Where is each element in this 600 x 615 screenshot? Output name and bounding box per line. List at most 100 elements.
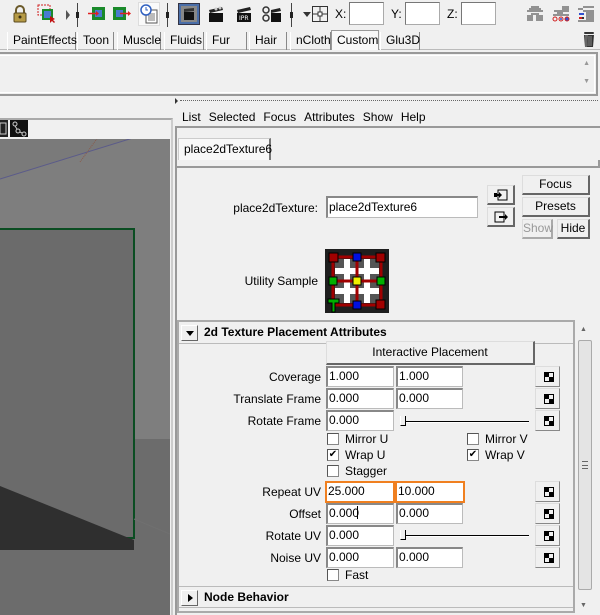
hide-button[interactable]: Hide (557, 219, 590, 239)
panel-drag-handle[interactable] (175, 98, 600, 104)
node-name-input[interactable]: place2dTexture6 (326, 196, 478, 218)
repeat-u-input[interactable]: 25.000 (325, 481, 395, 503)
render-clapper-icon[interactable] (206, 4, 226, 24)
shelf-tab-muscle[interactable]: Muscle (117, 32, 161, 50)
slider-thumb[interactable] (400, 416, 406, 426)
menu-attributes[interactable]: Attributes (300, 108, 359, 126)
render-view-icon[interactable] (178, 3, 200, 25)
coverage-v-input[interactable]: 1.000 (396, 366, 463, 387)
noise-v-input[interactable]: 0.000 (396, 547, 463, 568)
output-connections-button[interactable] (487, 207, 515, 227)
render-settings-icon[interactable] (262, 4, 282, 24)
viewport-joint-icon[interactable] (10, 120, 28, 137)
show-button[interactable]: Show (522, 219, 553, 239)
focus-button[interactable]: Focus (522, 175, 590, 195)
translate-frame-map-button[interactable] (535, 388, 560, 409)
shelf-tab-bar: PaintEffects Toon Muscle Fluids Fur Hair… (0, 30, 600, 50)
ipr-render-icon[interactable]: IPR (234, 4, 254, 24)
scrollbar-thumb[interactable] (578, 340, 592, 590)
select-marquee-icon[interactable] (37, 4, 57, 24)
svg-text:IPR: IPR (239, 15, 249, 22)
shelf-tab-hair[interactable]: Hair (249, 32, 287, 50)
lock-icon[interactable] (10, 4, 30, 24)
tool-settings-icon[interactable] (576, 4, 596, 24)
translate-frame-u-input[interactable]: 0.000 (326, 388, 394, 409)
menu-show[interactable]: Show (359, 108, 397, 126)
z-input[interactable] (461, 2, 496, 25)
rotate-frame-slider[interactable] (400, 416, 529, 427)
shelf-tab-ncloth[interactable]: nCloth (290, 32, 331, 50)
translate-frame-v-input[interactable]: 0.000 (396, 388, 463, 409)
trash-icon[interactable] (582, 31, 596, 48)
rotate-frame-map-button[interactable] (535, 410, 560, 431)
slider-thumb[interactable] (400, 530, 406, 540)
offset-map-button[interactable] (535, 503, 560, 524)
shelf-tab-glu3d[interactable]: Glu3D (380, 32, 420, 50)
interactive-placement-button[interactable]: Interactive Placement (326, 341, 535, 365)
shelf-tab-painteffects[interactable]: PaintEffects (7, 32, 77, 50)
shelf-tab-fur[interactable]: Fur (206, 32, 247, 50)
expand-toggle[interactable] (181, 590, 198, 606)
offset-u-input[interactable]: 0.000 (326, 503, 394, 524)
shelf-tab-custom[interactable]: Custom (331, 30, 379, 50)
presets-button[interactable]: Presets (522, 197, 590, 217)
rotate-frame-input[interactable]: 0.000 (326, 410, 394, 431)
mirror-v-checkbox[interactable] (467, 433, 479, 445)
mirror-v-label: Mirror V (485, 432, 528, 446)
shelf-scroll-down-icon[interactable]: ▼ (583, 78, 590, 85)
menu-list[interactable]: List (178, 108, 205, 126)
rotate-uv-slider[interactable] (400, 530, 529, 541)
attribute-editor-icon[interactable] (551, 4, 571, 24)
input-connection-icon[interactable] (87, 4, 107, 24)
coverage-map-button[interactable] (535, 366, 560, 387)
shelf-tab-toon[interactable]: Toon (77, 32, 114, 50)
utility-sample-swatch[interactable] (325, 249, 389, 313)
noise-u-input[interactable]: 0.000 (326, 547, 394, 568)
menu-focus[interactable]: Focus (259, 108, 300, 126)
rotate-uv-label: Rotate UV (265, 529, 321, 543)
rotate-uv-input[interactable]: 0.000 (326, 525, 394, 546)
dropdown-arrow-icon[interactable] (303, 12, 311, 17)
wrap-v-label: Wrap V (485, 448, 525, 462)
3d-viewport[interactable] (0, 139, 170, 615)
noise-uv-map-button[interactable] (535, 547, 560, 568)
history-icon[interactable] (138, 2, 160, 26)
wrap-v-checkbox[interactable]: ✔ (467, 449, 479, 461)
checkmark-icon: ✔ (328, 449, 338, 460)
repeat-v-input[interactable]: 10.000 (395, 481, 465, 503)
coverage-u-input[interactable]: 1.000 (326, 366, 394, 387)
expand-arrow-icon[interactable] (66, 10, 70, 20)
scroll-up-icon[interactable]: ▲ (580, 326, 587, 333)
rotate-uv-map-button[interactable] (535, 525, 560, 546)
menu-selected[interactable]: Selected (205, 108, 260, 126)
section-title: 2d Texture Placement Attributes (204, 325, 387, 339)
node-behavior-section-header[interactable]: Node Behavior (179, 586, 573, 608)
stagger-label: Stagger (345, 464, 388, 478)
output-connection-icon[interactable] (112, 4, 132, 24)
collapse-toggle[interactable] (181, 325, 198, 341)
wrap-u-checkbox[interactable]: ✔ (327, 449, 339, 461)
attribute-editor-scrollbar[interactable]: ▲ ▼ (576, 322, 594, 613)
y-input[interactable] (405, 2, 440, 25)
shelf-tab-fluids[interactable]: Fluids (164, 32, 204, 50)
snap-target-icon[interactable] (312, 6, 328, 22)
chevron-right-icon (188, 594, 193, 602)
menu-help[interactable]: Help (397, 108, 430, 126)
fast-checkbox[interactable] (327, 569, 339, 581)
channel-box-icon[interactable] (525, 4, 545, 24)
x-input[interactable] (349, 2, 384, 25)
toolbar-separator (76, 3, 79, 27)
mirror-u-checkbox[interactable] (327, 433, 339, 445)
scroll-down-icon[interactable]: ▼ (580, 602, 587, 609)
offset-v-input[interactable]: 0.000 (396, 503, 463, 524)
viewport-tool-icon[interactable] (0, 120, 8, 137)
status-toolbar: IPR X: Y: Z: (0, 0, 600, 30)
repeat-uv-map-button[interactable] (535, 481, 560, 502)
node-type-label: place2dTexture: (233, 201, 318, 215)
noise-uv-label: Noise UV (270, 551, 321, 565)
attribute-editor-menubar: List Selected Focus Attributes Show Help (178, 108, 430, 126)
shelf-scroll-up-icon[interactable]: ▲ (583, 60, 590, 67)
node-tab[interactable]: place2dTexture6 (178, 138, 272, 160)
stagger-checkbox[interactable] (327, 465, 339, 477)
input-connections-button[interactable] (487, 185, 515, 205)
